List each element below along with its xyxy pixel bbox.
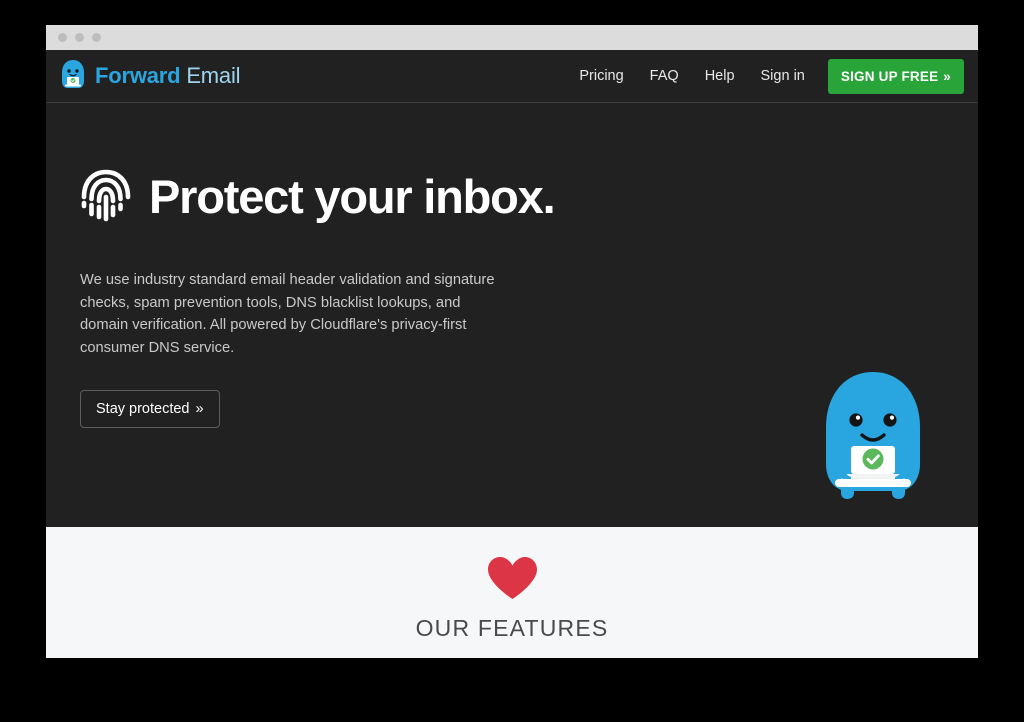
hero-heading: Protect your inbox. [80, 165, 978, 228]
nav-link-sign-in[interactable]: Sign in [748, 60, 818, 92]
sign-up-free-button[interactable]: SIGN UP FREE » [827, 58, 964, 94]
maximize-dot[interactable] [92, 33, 101, 42]
forward-email-mascot-icon [60, 59, 86, 94]
nav-links: Pricing FAQ Help Sign in SIGN UP FREE » [566, 58, 964, 94]
brand-word-forward: Forward [95, 63, 181, 88]
forward-email-mascot-illustration [821, 369, 925, 501]
nav-link-help[interactable]: Help [692, 60, 748, 92]
minimize-dot[interactable] [75, 33, 84, 42]
close-dot[interactable] [58, 33, 67, 42]
chevron-double-right-icon: » [195, 401, 204, 417]
stay-protected-button[interactable]: Stay protected » [80, 390, 220, 428]
nav-link-faq[interactable]: FAQ [637, 60, 692, 92]
page-viewport: Forward Email Pricing FAQ Help Sign in S… [46, 50, 978, 658]
nav-link-pricing[interactable]: Pricing [566, 60, 636, 92]
hero-title: Protect your inbox. [149, 170, 556, 223]
features-title: OUR FEATURES [415, 615, 609, 641]
brand-word-email: Email [186, 63, 241, 88]
site-navbar: Forward Email Pricing FAQ Help Sign in S… [46, 50, 978, 103]
heart-icon [46, 555, 978, 606]
hero-section: Protect your inbox. We use industry stan… [46, 103, 978, 527]
browser-window: Forward Email Pricing FAQ Help Sign in S… [46, 25, 978, 658]
sign-up-free-label: SIGN UP FREE [840, 68, 939, 84]
brand-text: Forward Email [95, 63, 241, 89]
stay-protected-label: Stay protected [96, 401, 190, 417]
browser-titlebar [46, 25, 978, 50]
fingerprint-icon [80, 165, 132, 228]
chevron-double-right-icon: » [943, 68, 951, 84]
brand-logo-link[interactable]: Forward Email [60, 59, 241, 94]
hero-paragraph: We use industry standard email header va… [80, 272, 495, 356]
features-section: OUR FEATURES [46, 527, 978, 658]
